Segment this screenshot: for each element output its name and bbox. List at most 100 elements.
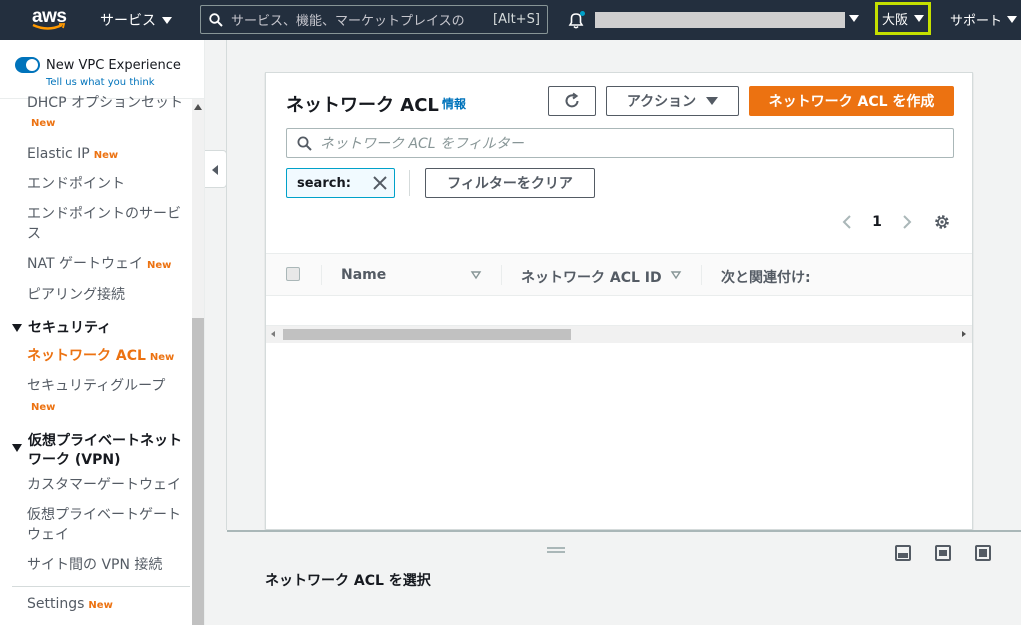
sidebar-item-dhcp-options[interactable]: DHCP オプションセット — [27, 93, 187, 113]
sidebar-item-endpoints[interactable]: エンドポイント — [27, 174, 187, 194]
new-badge: New — [88, 600, 113, 611]
search-icon — [209, 12, 223, 27]
page-title: ネットワーク ACL — [286, 95, 439, 116]
column-header-name[interactable]: Name — [341, 267, 386, 283]
caret-down-icon — [12, 444, 22, 452]
column-divider — [701, 265, 702, 285]
search-shortcut: [Alt+S] — [493, 12, 540, 27]
split-panel-bottom-icon[interactable] — [895, 545, 911, 561]
split-panel-drag-handle[interactable] — [547, 547, 565, 553]
tell-us-link[interactable]: Tell us what you think — [46, 77, 155, 88]
new-vpc-experience-toggle-row[interactable]: New VPC Experience — [15, 57, 181, 73]
actions-dropdown-button[interactable]: アクション — [606, 86, 739, 116]
notification-bell-icon[interactable] — [566, 10, 586, 30]
services-menu-button[interactable]: サービス — [100, 10, 172, 30]
sidebar-item-elastic-ip[interactable]: Elastic IP New — [27, 144, 187, 166]
new-badge: New — [149, 352, 175, 363]
sidebar-scrollbar-thumb[interactable] — [192, 318, 204, 625]
new-badge: New — [31, 402, 56, 413]
search-placeholder: サービス、機能、マーケットプレイスの — [231, 14, 465, 29]
refresh-icon — [565, 92, 579, 108]
account-name-redacted[interactable] — [595, 12, 845, 28]
scrollbar-thumb[interactable] — [283, 329, 571, 340]
sort-icon[interactable] — [470, 269, 482, 281]
scroll-up-arrow-icon[interactable] — [194, 104, 202, 110]
region-label: 大阪 — [881, 13, 908, 28]
info-link[interactable]: 情報 — [442, 95, 466, 112]
sidebar-item-settings[interactable]: Settings New — [27, 594, 187, 616]
new-badge: New — [146, 260, 172, 271]
close-icon[interactable] — [373, 176, 387, 190]
sort-icon[interactable] — [670, 269, 682, 281]
scroll-right-arrow-icon[interactable] — [962, 331, 966, 337]
filter-token: search: — [286, 168, 395, 198]
sidebar-item-label: DHCP オプションセット — [27, 95, 183, 111]
new-badge: New — [31, 118, 56, 129]
pagination: 1 — [832, 212, 922, 232]
table-row — [266, 296, 972, 326]
sidebar-item-nat-gateways[interactable]: NAT ゲートウェイ New — [27, 254, 187, 276]
column-divider — [321, 265, 322, 285]
gear-icon[interactable] — [933, 213, 951, 231]
filter-input[interactable]: ネットワーク ACL をフィルター — [286, 128, 954, 158]
sidebar-section-vpn[interactable]: 仮想プライベートネットワーク (VPN) — [12, 432, 190, 470]
region-chevron-down-icon — [914, 15, 924, 22]
sidebar-item-label: 仮想プライベートゲートウェイ — [27, 507, 181, 543]
column-header-associated-with[interactable]: 次と関連付け: — [721, 267, 811, 287]
sidebar-section-security[interactable]: セキュリティ — [12, 319, 190, 338]
network-acl-table-panel: ネットワーク ACL 情報 アクション ネットワーク ACL を作成 ネットワー… — [265, 72, 973, 530]
services-label: サービス — [100, 13, 156, 29]
refresh-button[interactable] — [548, 86, 596, 116]
caret-down-icon — [12, 324, 22, 332]
scroll-left-arrow-icon[interactable] — [271, 331, 275, 337]
split-panel-side-icon[interactable] — [935, 545, 951, 561]
toggle-label: New VPC Experience — [46, 57, 181, 73]
split-panel: ネットワーク ACL を選択 — [227, 530, 1021, 625]
create-label: ネットワーク ACL を作成 — [768, 94, 935, 110]
chevron-right-icon[interactable] — [892, 212, 922, 232]
create-network-acl-button[interactable]: ネットワーク ACL を作成 — [749, 86, 954, 116]
chevron-left-icon[interactable] — [832, 212, 862, 232]
sidebar-item-network-acls[interactable]: ネットワーク ACL New — [27, 346, 187, 368]
aws-logo[interactable]: aws — [30, 6, 70, 34]
sidebar-item-endpoint-services[interactable]: エンドポイントのサービス — [27, 204, 187, 244]
sidebar-item-label: ピアリング接続 — [27, 287, 125, 303]
region-selector[interactable]: 大阪 — [875, 2, 931, 35]
select-all-checkbox[interactable] — [286, 267, 300, 281]
sidebar-item-peering-connections[interactable]: ピアリング接続 — [27, 285, 187, 305]
sidebar-item-virtual-private-gateways[interactable]: 仮想プライベートゲートウェイ — [27, 505, 187, 545]
account-chevron-down-icon[interactable] — [849, 15, 859, 22]
sidebar-item-site-to-site-vpn[interactable]: サイト間の VPN 接続 — [27, 555, 187, 575]
sidebar-item-security-groups[interactable]: セキュリティグループ — [27, 376, 187, 396]
chevron-down-icon — [162, 16, 172, 24]
filter-placeholder: ネットワーク ACL をフィルター — [320, 136, 524, 152]
sidebar-item-label: NAT ゲートウェイ — [27, 256, 143, 272]
caret-down-icon — [706, 97, 719, 105]
sidebar-collapse-button[interactable] — [205, 150, 227, 188]
table-horizontal-scrollbar[interactable] — [266, 326, 972, 343]
search-icon — [297, 136, 312, 151]
page-number[interactable]: 1 — [862, 214, 892, 230]
clear-filters-label: フィルターをクリア — [447, 176, 573, 192]
sidebar-item-label: エンドポイント — [27, 176, 125, 192]
split-panel-full-icon[interactable] — [975, 545, 991, 561]
filter-token-label: search: — [297, 175, 351, 191]
divider — [409, 170, 410, 196]
sidebar: New VPC Experience Tell us what you thin… — [0, 40, 205, 625]
new-vpc-experience-toggle[interactable] — [15, 57, 40, 73]
support-menu[interactable]: サポート — [950, 10, 1018, 29]
section-label: セキュリティ — [28, 320, 112, 336]
split-panel-title: ネットワーク ACL を選択 — [265, 573, 431, 589]
clear-filters-button[interactable]: フィルターをクリア — [425, 168, 595, 198]
sidebar-item-label: サイト間の VPN 接続 — [27, 557, 163, 573]
search-input[interactable]: サービス、機能、マーケットプレイスの [Alt+S] — [200, 5, 548, 34]
aws-smile-icon — [32, 23, 66, 30]
divider — [12, 586, 190, 587]
sidebar-item-label: Elastic IP — [27, 146, 90, 162]
column-header-network-acl-id[interactable]: ネットワーク ACL ID — [521, 267, 662, 287]
sidebar-item-customer-gateways[interactable]: カスタマーゲートウェイ — [27, 475, 187, 495]
divider — [226, 40, 227, 530]
sidebar-item-label: セキュリティグループ — [27, 378, 166, 394]
sidebar-item-label: Settings — [27, 596, 85, 612]
section-label: 仮想プライベートネットワーク (VPN) — [28, 433, 182, 468]
